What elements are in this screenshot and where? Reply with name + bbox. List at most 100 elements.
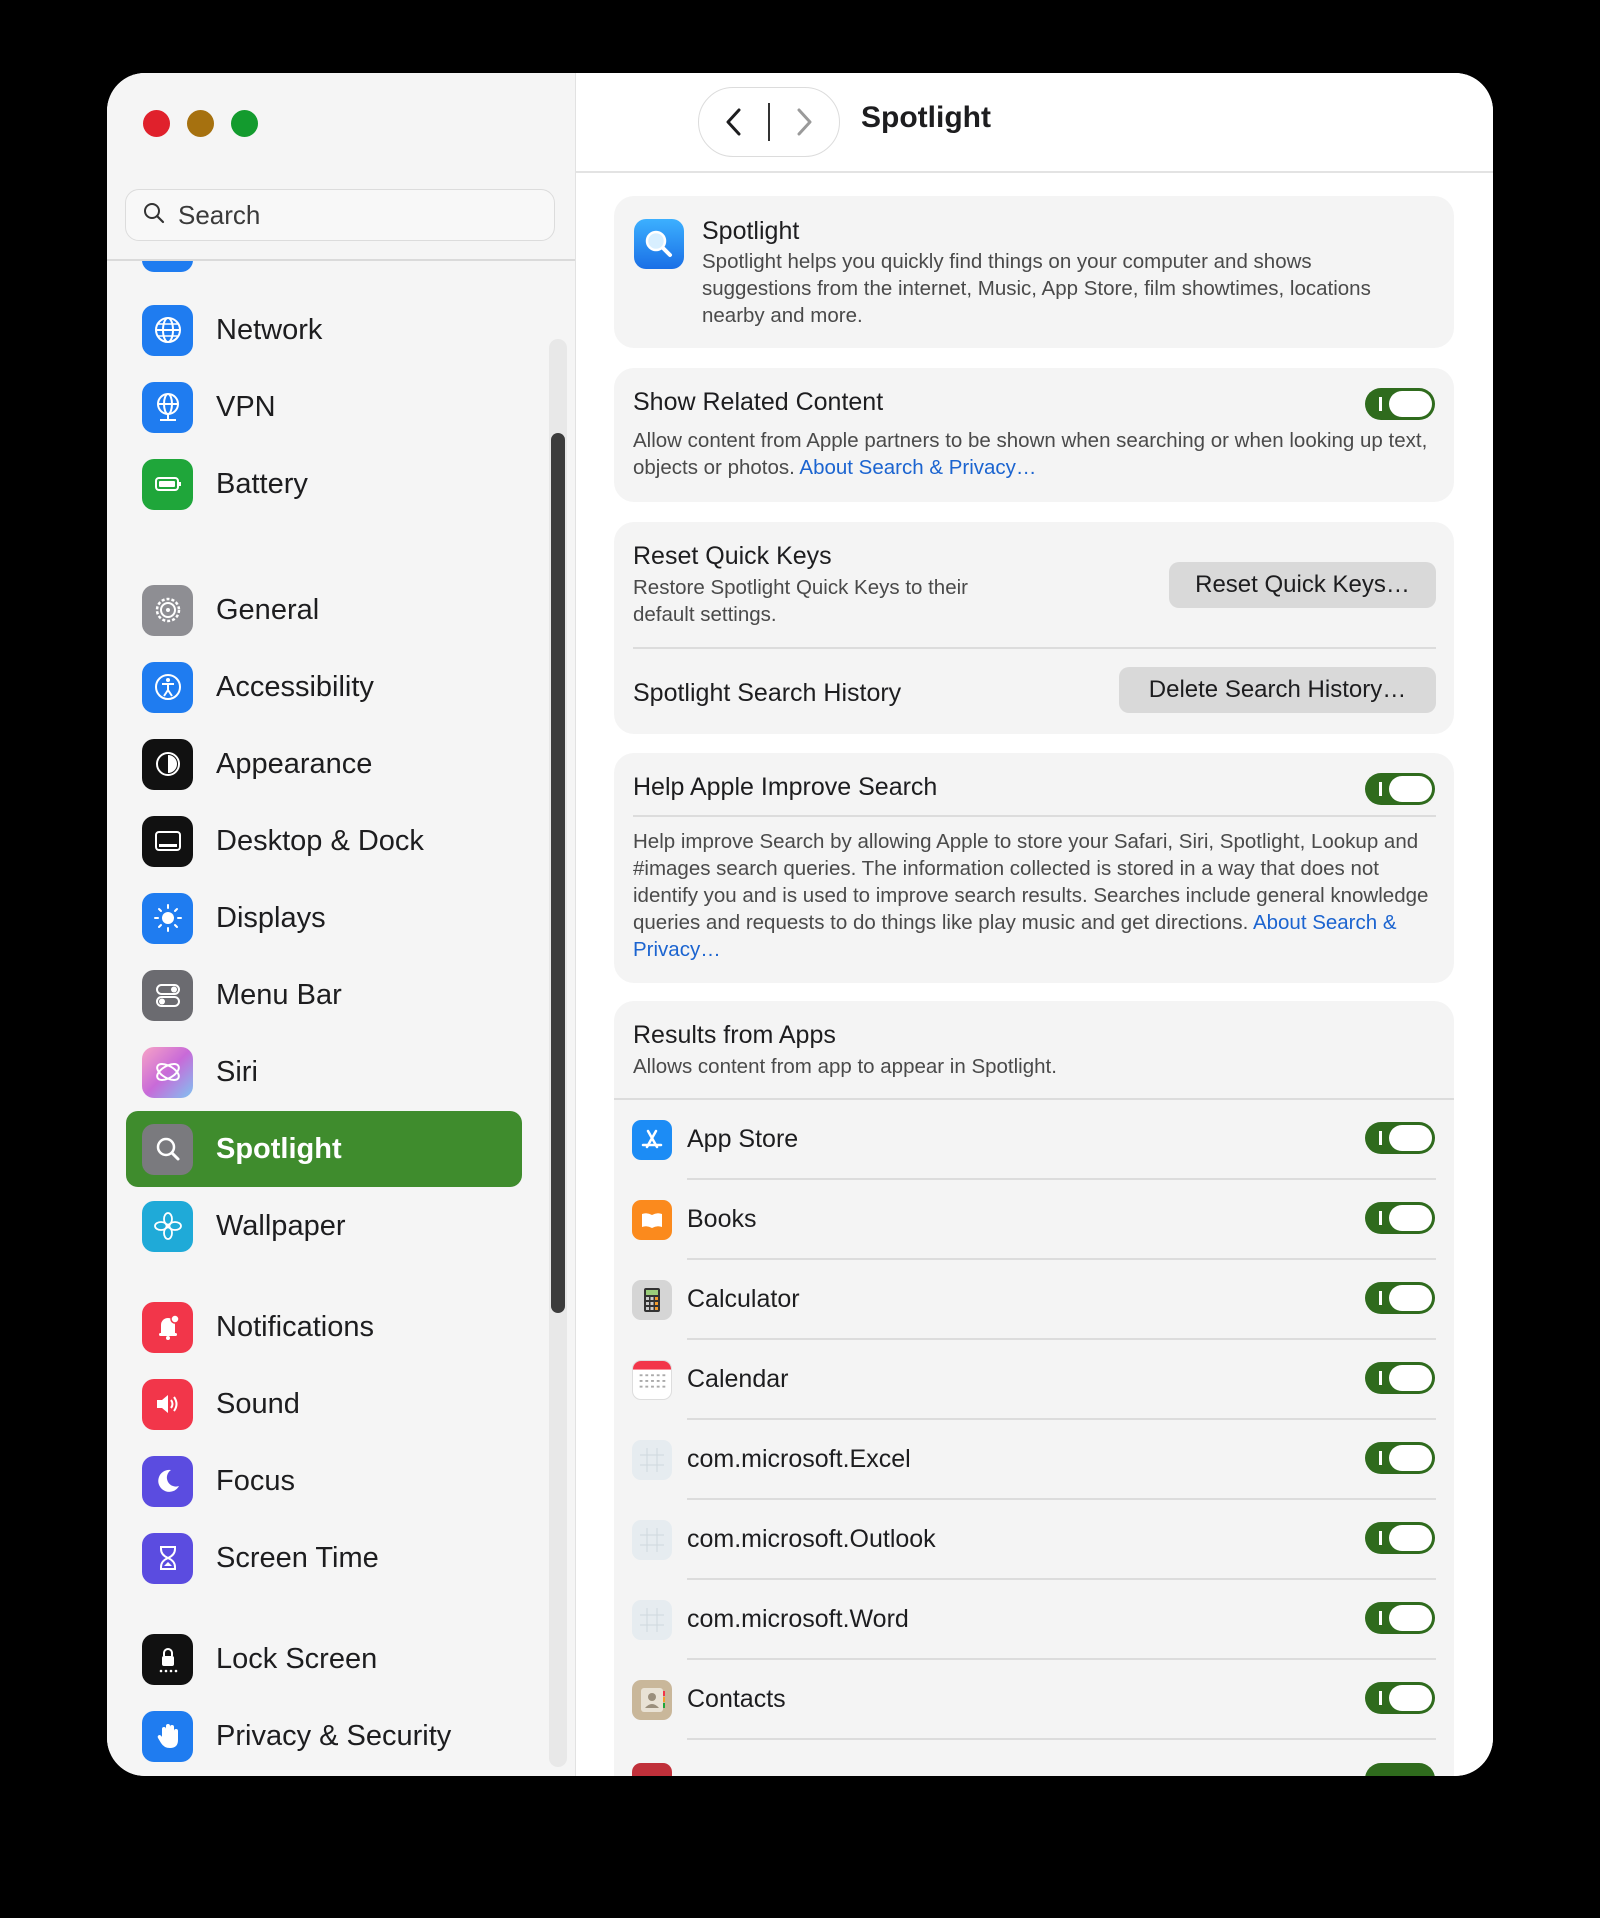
hourglass-icon <box>142 1532 193 1584</box>
magnifier-icon <box>142 1123 193 1175</box>
generic-app-icon <box>632 1520 672 1560</box>
accessibility-icon <box>142 661 193 713</box>
app-label: Calculator <box>687 1285 800 1313</box>
sidebar-item-network[interactable]: Network <box>126 292 522 368</box>
results-description: Allows content from app to appear in Spo… <box>633 1055 1057 1078</box>
app-row-books: Books <box>614 1180 1454 1260</box>
forward-button[interactable] <box>770 87 839 157</box>
sidebar-item-wallpaper[interactable]: Wallpaper <box>126 1188 522 1264</box>
sidebar-item-label: Spotlight <box>216 1132 342 1165</box>
contacts-toggle[interactable] <box>1365 1682 1435 1714</box>
settings-window: Network VPN Battery General <box>107 73 1493 1776</box>
sidebar-item-vpn[interactable]: VPN <box>126 369 522 445</box>
sidebar-item-desktop-dock[interactable]: Desktop & Dock <box>126 803 522 879</box>
sidebar-item-label: Desktop & Dock <box>216 824 424 857</box>
related-content-title: Show Related Content <box>633 388 884 416</box>
row-divider <box>633 815 1436 817</box>
sidebar-item-spotlight[interactable]: Spotlight <box>126 1111 522 1187</box>
related-content-description: Allow content from Apple partners to be … <box>633 427 1443 481</box>
sidebar-item-lock-screen[interactable]: Lock Screen <box>126 1621 522 1697</box>
toolbar: Spotlight <box>576 73 1493 173</box>
row-divider <box>633 647 1436 649</box>
generic-app-icon <box>632 1600 672 1640</box>
sidebar-item-menu-bar[interactable]: Menu Bar <box>126 957 522 1033</box>
sun-icon <box>142 892 193 944</box>
back-button[interactable] <box>699 87 768 157</box>
sidebar-item-label: Siri <box>216 1055 258 1088</box>
partial-toggle[interactable] <box>1365 1763 1435 1776</box>
app-row-app-store: App Store <box>614 1100 1454 1180</box>
outlook-toggle[interactable] <box>1365 1522 1435 1554</box>
battery-icon <box>142 458 193 510</box>
sidebar-item-notifications[interactable]: Notifications <box>126 1289 522 1365</box>
sidebar-item-accessibility[interactable]: Accessibility <box>126 649 522 725</box>
sidebar-item-label: Screen Time <box>216 1541 379 1574</box>
app-row-contacts: Contacts <box>614 1660 1454 1740</box>
chevron-right-icon <box>797 108 812 136</box>
related-content-toggle[interactable] <box>1365 388 1435 420</box>
close-window-button[interactable] <box>143 110 170 137</box>
reset-quick-keys-button[interactable]: Reset Quick Keys… <box>1169 562 1436 608</box>
improve-search-title: Help Apple Improve Search <box>633 773 938 801</box>
sidebar-item-label: Wallpaper <box>216 1209 346 1242</box>
intro-title: Spotlight <box>702 217 800 245</box>
sidebar-item-screen-time[interactable]: Screen Time <box>126 1520 522 1596</box>
sidebar-item-label: Battery <box>216 467 308 500</box>
word-toggle[interactable] <box>1365 1602 1435 1634</box>
bell-icon <box>142 1301 193 1353</box>
page-title: Spotlight <box>861 101 991 134</box>
search-input[interactable] <box>176 198 540 232</box>
intro-description: Spotlight helps you quickly find things … <box>702 250 1371 327</box>
sidebar-item-label: Accessibility <box>216 670 374 703</box>
sidebar-item-label: Privacy & Security <box>216 1719 452 1752</box>
chevron-left-icon <box>726 108 740 136</box>
flower-icon <box>142 1200 193 1252</box>
sidebar-item-privacy-security[interactable]: Privacy & Security <box>126 1698 522 1774</box>
calendar-toggle[interactable] <box>1365 1362 1435 1394</box>
partial-item-icon <box>142 261 193 272</box>
excel-toggle[interactable] <box>1365 1442 1435 1474</box>
quick-keys-card: Reset Quick Keys Restore Spotlight Quick… <box>614 522 1454 734</box>
sidebar-item-sound[interactable]: Sound <box>126 1366 522 1442</box>
sidebar-item-label: Menu Bar <box>216 978 342 1011</box>
sidebar-item-label: Sound <box>216 1387 300 1420</box>
sidebar-item-siri[interactable]: Siri <box>126 1034 522 1110</box>
sidebar-item-battery[interactable]: Battery <box>126 446 522 522</box>
generic-app-icon <box>632 1440 672 1480</box>
app-row-calculator: Calculator <box>614 1260 1454 1340</box>
globe-icon <box>142 304 193 356</box>
sidebar-search[interactable] <box>125 189 555 241</box>
calendar-icon <box>632 1360 672 1400</box>
gear-icon <box>142 584 193 636</box>
app-label: Calendar <box>687 1365 789 1393</box>
sidebar-item-displays[interactable]: Displays <box>126 880 522 956</box>
lock-icon <box>142 1633 193 1685</box>
app-row-excel: com.microsoft.Excel <box>614 1420 1454 1500</box>
search-icon <box>142 201 166 230</box>
sidebar-item-label: Displays <box>216 901 326 934</box>
sidebar-item-general[interactable]: General <box>126 572 522 648</box>
app-store-toggle[interactable] <box>1365 1122 1435 1154</box>
related-content-card: Show Related Content Allow content from … <box>614 368 1454 502</box>
sidebar-item-label: Network <box>216 313 323 346</box>
minimize-window-button[interactable] <box>187 110 214 137</box>
improve-search-toggle[interactable] <box>1365 773 1435 805</box>
partial-app-icon <box>632 1763 672 1776</box>
about-search-privacy-link[interactable]: About Search & Privacy… <box>799 456 1036 479</box>
calculator-toggle[interactable] <box>1365 1282 1435 1314</box>
app-store-icon <box>632 1120 672 1160</box>
search-history-title: Spotlight Search History <box>633 679 902 707</box>
sidebar-item-label: General <box>216 593 320 626</box>
sidebar: Network VPN Battery General <box>107 73 576 1776</box>
sidebar-item-label: Focus <box>216 1464 295 1497</box>
zoom-window-button[interactable] <box>231 110 258 137</box>
delete-search-history-button[interactable]: Delete Search History… <box>1119 667 1436 713</box>
improve-search-card: Help Apple Improve Search Help improve S… <box>614 753 1454 983</box>
sidebar-scrollbar-thumb[interactable] <box>551 433 565 1313</box>
sidebar-item-focus[interactable]: Focus <box>126 1443 522 1519</box>
results-from-apps-card: Results from Apps Allows content from ap… <box>614 1001 1454 1776</box>
sidebar-item-appearance[interactable]: Appearance <box>126 726 522 802</box>
books-toggle[interactable] <box>1365 1202 1435 1234</box>
hand-icon <box>142 1710 193 1762</box>
moon-icon <box>142 1455 193 1507</box>
